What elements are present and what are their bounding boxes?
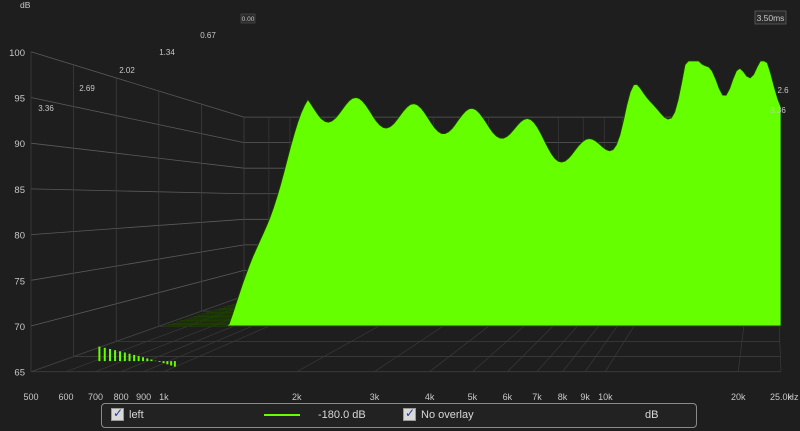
time-tick-label: 0.67 — [200, 31, 216, 40]
x-tick-label: 900 — [136, 392, 151, 402]
x-tick-label: 500 — [23, 392, 38, 402]
level-readout: -180.0 dB — [318, 409, 366, 421]
y-tick-label: 100 — [9, 48, 25, 59]
time-tick-label: 3.36 — [38, 104, 54, 113]
y-tick-label: 85 — [14, 185, 25, 196]
x-tick-label: 7k — [532, 392, 542, 402]
y-tick-label: 75 — [14, 276, 25, 287]
y-tick-label: 70 — [14, 322, 25, 333]
x-tick-label: 700 — [88, 392, 103, 402]
x-tick-label: 20k — [731, 392, 746, 402]
grid-line-side — [30, 142, 245, 169]
grid-line-freq-floor — [30, 295, 245, 373]
left-channel-checkbox[interactable] — [111, 406, 124, 421]
grid-line-side — [30, 188, 245, 195]
time-tick-label: 0.00 — [242, 16, 255, 23]
x-tick-label: 5k — [468, 392, 478, 402]
x-tick-label: 6k — [503, 392, 513, 402]
grid-line-side — [30, 244, 245, 281]
y-tick-label: 65 — [14, 368, 25, 379]
time-tick-label-right: 3.36 — [770, 106, 786, 115]
waterfall-chart: 100 95 90 85 80 75 70 65 dB 500 600 700 800 900 1k 2k 3k… — [9, 0, 799, 402]
x-tick-label: 4k — [425, 392, 435, 402]
x-tick-label: 9k — [580, 392, 590, 402]
x-unit-label: Hz — [788, 392, 799, 402]
y-tick-label: 95 — [14, 94, 25, 105]
y-unit-label: dB — [20, 0, 31, 10]
grid-line-side — [30, 97, 245, 144]
series-color-swatch — [264, 414, 300, 416]
time-tick-label: 2.69 — [79, 84, 95, 93]
x-tick-label: 1k — [159, 392, 169, 402]
y-tick-label: 80 — [14, 231, 25, 242]
x-tick-label: 8k — [558, 392, 568, 402]
time-tick-label-right: 2.6 — [777, 86, 789, 95]
time-unit-label: 3.50ms — [757, 13, 785, 23]
overlay-label[interactable]: No overlay — [421, 409, 474, 421]
unit-label: dB — [645, 409, 659, 421]
x-tick-label: 3k — [370, 392, 380, 402]
grid-line-side — [30, 218, 245, 235]
legend-bar: left -180.0 dB No overlay dB — [101, 403, 697, 428]
grid-line-side — [30, 51, 245, 118]
time-tick-label: 2.02 — [119, 66, 135, 75]
channel-label: left — [129, 409, 144, 421]
x-tick-label: 600 — [58, 392, 73, 402]
x-tick-label: 2k — [292, 392, 302, 402]
overlay-checkbox[interactable] — [403, 406, 416, 421]
y-tick-label: 90 — [14, 139, 25, 150]
x-tick-label: 10k — [598, 392, 613, 402]
x-tick-label: 800 — [114, 392, 129, 402]
time-tick-label: 1.34 — [159, 48, 175, 57]
